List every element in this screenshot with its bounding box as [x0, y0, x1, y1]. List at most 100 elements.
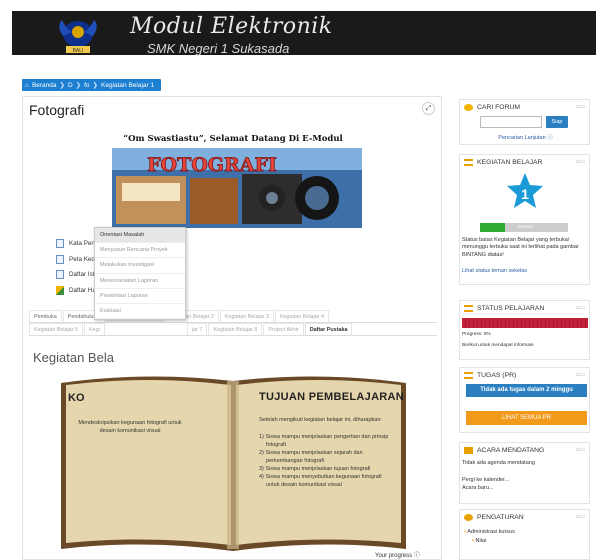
site-header: BALI Modul Elektronik SMK Negeri 1 Sukas… — [12, 11, 596, 56]
progress-label: Selesai — [518, 224, 533, 229]
settings-block: PENGATURAN ▭▭ ▪ Administrasi kursus ▪ Nil… — [459, 509, 590, 560]
breadcrumb-current[interactable]: Kegiatan Belajar 1 — [101, 82, 154, 89]
menu-item-laporan[interactable]: Merencanakan Laporan — [95, 274, 185, 289]
chevron-right-icon: ❯ — [59, 82, 65, 89]
menu-item-orientasi[interactable]: Orientasi Masalah — [95, 228, 185, 244]
page-icon — [56, 239, 64, 249]
tasks-block: TUGAS (PR) ▭▭ Tidak ada tugas dalam 2 min… — [459, 367, 590, 433]
tab-pembuka[interactable]: Pembuka — [29, 310, 62, 322]
no-tasks-notice: Tidak ada tugas dalam 2 minggu — [466, 384, 587, 397]
grades-icon: ▪ — [472, 538, 474, 544]
grades-label[interactable]: Nilai — [475, 538, 486, 544]
your-progress-label[interactable]: Your progress ⓘ — [375, 550, 420, 559]
tab-kegiatan-belajar-6[interactable]: Kegi — [84, 323, 105, 335]
block-title: ACARA MENDATANG — [477, 446, 545, 454]
fotografi-banner: FOTOGRAFI — [112, 148, 362, 228]
tab-daftar-pustaka[interactable]: Daftar Pustaka — [304, 323, 353, 335]
section-heading: Kegiatan Bela — [33, 350, 114, 365]
progress-hint: Berikut untuk mendapat informasi — [462, 343, 534, 348]
tab-spacer — [105, 323, 186, 335]
tab-kegiatan-belajar-7[interactable]: jar 7 — [186, 323, 208, 335]
home-icon[interactable]: ⌂ — [25, 82, 29, 89]
page-title: Fotografi — [29, 102, 85, 118]
book-left-text: Mendeskripsikan kegunaan fotografi untuk… — [78, 420, 182, 434]
search-go-button[interactable]: Siap — [546, 116, 568, 128]
menu-icon — [464, 371, 473, 379]
expand-icon[interactable]: ⤢ — [422, 102, 435, 115]
forum-search-input[interactable] — [480, 116, 542, 128]
menu-item-rencana[interactable]: Menyusun Rencana Proyek — [95, 243, 185, 259]
book-right-title: TUJUAN PEMBELAJARAN — [259, 391, 405, 403]
learning-objectives-list: 1) Siswa mampu menjelaskan pengertian da… — [259, 434, 394, 490]
section-tabs: Pembuka Pendahuluan Kegiatan Belajar 1 ▾… — [29, 310, 437, 336]
activities-description: Status batas Kegiatan Belajar yang terbu… — [462, 237, 579, 258]
course-admin-link[interactable]: ▪ Administrasi kursus — [464, 529, 515, 535]
book-right-intro: Setelah mengikuti kegiatan belajar ini, … — [259, 417, 382, 423]
list-item: 1) Siswa mampu menjelaskan pengertian da… — [259, 434, 389, 448]
view-all-tasks-button[interactable]: LIHAT SEMUA PR — [466, 411, 587, 425]
tab-kegiatan-belajar-5[interactable]: Kegiatan Belajar 5 — [29, 323, 84, 335]
folder-icon: ▪ — [464, 529, 466, 535]
page-icon — [56, 254, 64, 264]
block-title: STATUS PELAJARAN — [477, 304, 545, 312]
grades-link[interactable]: ▪ Nilai — [472, 538, 486, 544]
tab-kegiatan-belajar-8[interactable]: Kegiatan Belajar 8 — [208, 323, 263, 335]
advanced-search-link[interactable]: Pencarian Lanjutan ⓘ — [460, 133, 591, 141]
list-item: 3) Siswa mampu menjelaskan tujuan fotogr… — [259, 465, 371, 472]
lesson-status-block: STATUS PELAJARAN ▭▭ Progress: 9% Berikut … — [459, 300, 590, 360]
svg-text:1: 1 — [521, 186, 529, 202]
menu-item-presentasi[interactable]: Presentasi Laporan — [95, 289, 185, 304]
book-left-title: KO — [68, 392, 85, 404]
tab-kegiatan-belajar-3[interactable]: Kegiatan Belajar 3 — [219, 310, 274, 322]
site-subtitle: SMK Negeri 1 Sukasada — [147, 41, 290, 56]
block-controls-icon[interactable]: ▭▭ — [576, 514, 585, 520]
menu-icon — [464, 158, 473, 166]
svg-text:BALI: BALI — [73, 48, 84, 54]
block-controls-icon[interactable]: ▭▭ — [576, 159, 585, 165]
upcoming-events-block: ACARA MENDATANG ▭▭ Tidak ada agenda menda… — [459, 442, 590, 504]
star-icon[interactable]: 1 — [506, 172, 544, 210]
list-item: 4) Siswa mampu menyebutkan kegunaan foto… — [259, 473, 382, 488]
welcome-heading: “Om Swastiastu”, Selamat Datang Di E-Mod… — [123, 134, 343, 144]
list-item: 2) Siswa mampu menjelaskan sejarah dan p… — [259, 449, 363, 464]
kegiatan-belajar-1-menu: Orientasi Masalah Menyusun Rencana Proye… — [94, 227, 186, 321]
block-controls-icon[interactable]: ▭▭ — [576, 104, 585, 110]
block-title: TUGAS (PR) — [477, 371, 517, 379]
block-controls-icon[interactable]: ▭▭ — [576, 372, 585, 378]
main-content: Fotografi ⤢ “Om Swastiastu”, Selamat Dat… — [22, 96, 442, 560]
activity-progress-bar: Selesai — [480, 223, 568, 232]
lesson-progress-bar — [462, 318, 588, 328]
progress-percent: Progress: 9% — [462, 332, 491, 337]
no-events-text: Tidak ada agenda mendatang — [462, 460, 535, 466]
breadcrumb-home[interactable]: Beranda — [32, 82, 57, 89]
chat-icon — [464, 103, 473, 111]
site-title: Modul Elektronik — [130, 14, 333, 39]
school-logo[interactable]: BALI — [52, 16, 104, 56]
gear-icon — [464, 513, 473, 521]
classmates-status-link[interactable]: Lihat status teman sekelas — [462, 268, 527, 274]
block-controls-icon[interactable]: ▭▭ — [576, 447, 585, 453]
block-controls-icon[interactable]: ▭▭ — [576, 305, 585, 311]
menu-icon — [464, 304, 473, 312]
new-event-link[interactable]: Acara baru... — [462, 485, 494, 491]
breadcrumb: ⌂ Beranda ❯ D ❯ fo ❯ Kegiatan Belajar 1 — [22, 79, 162, 91]
menu-item-investigasi[interactable]: Melakukan Investigasi — [95, 258, 185, 274]
tab-project-akhir[interactable]: Project Akhir — [263, 323, 304, 335]
tab-kegiatan-belajar-4[interactable]: Kegiatan Belajar 4 — [274, 310, 330, 322]
zip-icon — [56, 285, 64, 295]
learning-activities-block: KEGIATAN BELAJAR ▭▭ 1 Selesai Status bata… — [459, 154, 590, 285]
block-title: CARI FORUM — [477, 103, 521, 111]
calendar-icon — [464, 446, 473, 454]
chevron-right-icon: ❯ — [75, 82, 82, 89]
banner-title: FOTOGRAFI — [147, 154, 277, 176]
menu-item-evaluasi[interactable]: Evaluasi — [95, 304, 185, 320]
chevron-right-icon: ❯ — [92, 82, 98, 89]
breadcrumb-course-short[interactable]: D — [68, 82, 73, 89]
block-title: PENGATURAN — [477, 513, 524, 521]
go-to-calendar-link[interactable]: Pergi ke kalender... — [462, 477, 509, 483]
activity-progress-fill — [480, 223, 505, 232]
course-admin-label[interactable]: Administrasi kursus — [467, 529, 515, 535]
breadcrumb-course[interactable]: fo — [84, 82, 89, 89]
block-title: KEGIATAN BELAJAR — [477, 158, 543, 166]
page-icon — [56, 270, 64, 280]
